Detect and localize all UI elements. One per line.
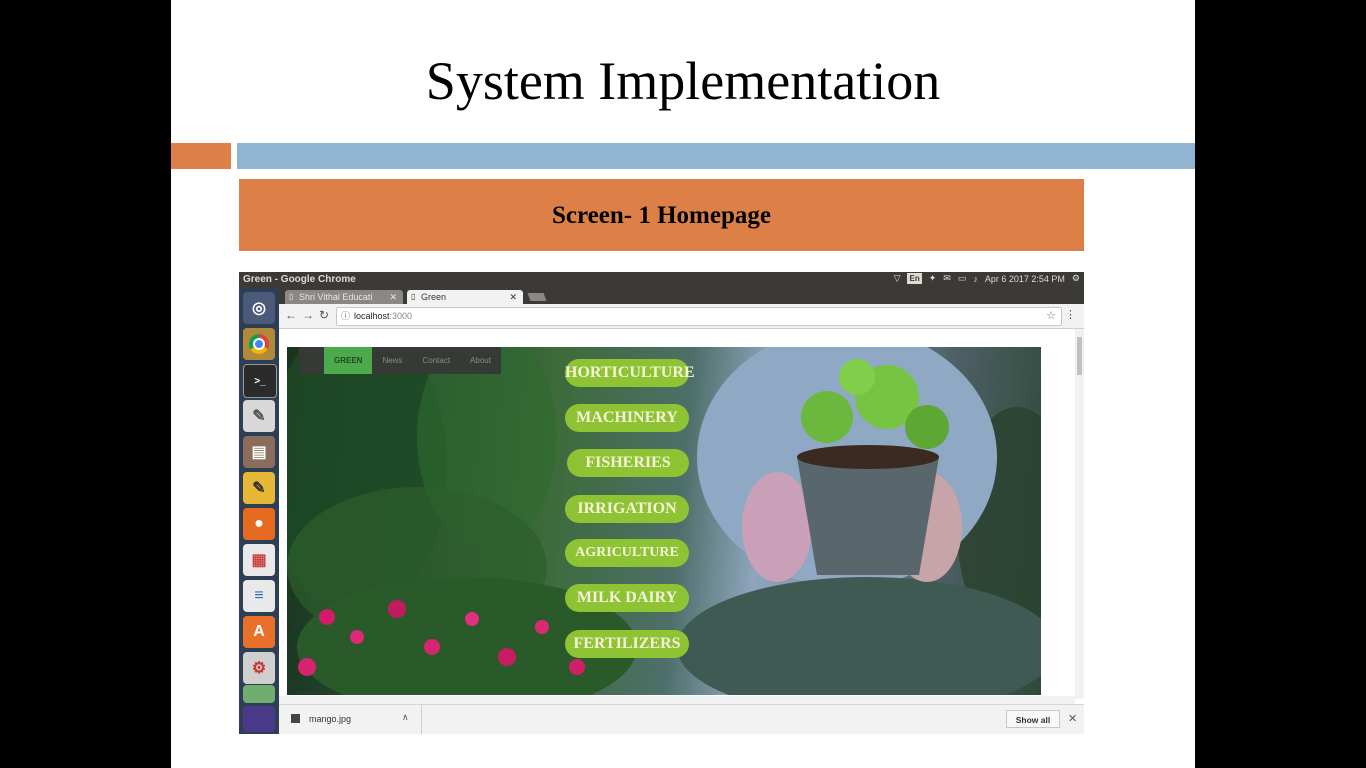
- launcher-sidebar: ◎ >_ ✎ ▤ ✎ ● ▦ ≡ A ⚙: [239, 288, 279, 734]
- back-icon[interactable]: ←: [285, 308, 297, 322]
- text-editor-icon[interactable]: ✎: [243, 400, 275, 432]
- horizontal-scrollbar[interactable]: [279, 696, 1075, 704]
- close-tab-icon[interactable]: ✕: [509, 290, 517, 304]
- download-item[interactable]: mango.jpg ∧: [279, 705, 422, 734]
- software-center-icon[interactable]: A: [243, 616, 275, 648]
- site-nav: GREEN News Contact About: [299, 347, 501, 374]
- hero-image: GREEN News Contact About HORTICULTURE MA…: [287, 347, 1041, 695]
- scrollbar-thumb[interactable]: [1077, 337, 1082, 375]
- category-irrigation[interactable]: IRRIGATION: [565, 495, 689, 523]
- disk-icon[interactable]: [243, 685, 275, 703]
- category-milk-dairy[interactable]: MILK DAIRY: [565, 584, 689, 612]
- accent-bar-blue: [237, 143, 1195, 169]
- keyboard-layout-indicator[interactable]: En: [907, 273, 922, 284]
- terminal-icon[interactable]: >_: [243, 364, 277, 398]
- chevron-up-icon[interactable]: ∧: [402, 712, 409, 723]
- info-icon[interactable]: ⓘ: [341, 308, 350, 325]
- nav-item-green[interactable]: GREEN: [324, 347, 373, 374]
- bluetooth-icon[interactable]: ✦: [929, 273, 937, 284]
- writer-icon[interactable]: ≡: [243, 580, 275, 612]
- url-host: localhost: [354, 311, 390, 321]
- page-icon: ▯: [411, 292, 416, 301]
- window-title: Green - Google Chrome: [243, 274, 356, 285]
- mail-icon[interactable]: ✉: [943, 273, 951, 284]
- clock[interactable]: Apr 6 2017 2:54 PM: [985, 274, 1065, 284]
- gear-icon[interactable]: ⚙: [1072, 273, 1080, 284]
- address-bar[interactable]: ⓘ localhost:3000 ☆: [336, 307, 1062, 326]
- tab-label: Shri Vithal Educati: [299, 292, 373, 302]
- notes-icon[interactable]: ✎: [243, 472, 275, 504]
- slide-title: System Implementation: [425, 51, 941, 111]
- browser-toolbar: ← → ↻ ⓘ localhost:3000 ☆ ⋮: [279, 304, 1084, 329]
- system-top-bar: Green - Google Chrome ▽ En ✦ ✉ ▭ ♪ Apr 6…: [239, 272, 1084, 288]
- image-file-icon: [291, 714, 300, 723]
- category-machinery[interactable]: MACHINERY: [565, 404, 689, 432]
- accent-bar-orange: [171, 143, 231, 169]
- tab-shri-vithal[interactable]: ▯ Shri Vithal Educati ✕: [285, 290, 403, 304]
- firefox-icon[interactable]: ●: [243, 508, 275, 540]
- battery-icon[interactable]: ▭: [958, 273, 967, 284]
- ubuntu-dash-icon[interactable]: ◎: [243, 292, 275, 324]
- address-url: localhost:3000: [354, 308, 412, 325]
- category-fisheries[interactable]: FISHERIES: [567, 449, 689, 477]
- tab-label: Green: [421, 292, 447, 302]
- system-tray: ▽ En ✦ ✉ ▭ ♪ Apr 6 2017 2:54 PM ⚙: [894, 273, 1080, 284]
- download-filename: mango.jpg: [309, 714, 352, 724]
- category-agriculture[interactable]: AGRICULTURE: [565, 539, 689, 567]
- settings-icon[interactable]: ⚙: [243, 652, 275, 684]
- clock-time: 2:54 PM: [1031, 273, 1065, 284]
- reload-icon[interactable]: ↻: [319, 308, 329, 322]
- volume-icon[interactable]: ♪: [973, 274, 978, 284]
- clock-date: Apr 6 2017: [984, 273, 1029, 284]
- file-manager-icon[interactable]: ▤: [243, 436, 275, 468]
- wifi-icon[interactable]: ▽: [894, 273, 901, 284]
- page-icon: ▯: [289, 292, 294, 301]
- bookmark-star-icon[interactable]: ☆: [1046, 308, 1056, 325]
- url-port: :3000: [389, 311, 413, 321]
- chrome-icon[interactable]: [243, 328, 275, 360]
- close-tab-icon[interactable]: ✕: [389, 290, 397, 304]
- show-all-button[interactable]: Show all: [1006, 710, 1060, 728]
- nav-item-news[interactable]: News: [372, 347, 412, 374]
- nav-item-about[interactable]: About: [460, 347, 501, 374]
- download-bar: mango.jpg ∧ Show all ✕: [279, 704, 1084, 734]
- workspace-switcher-icon[interactable]: [243, 706, 275, 732]
- tab-green[interactable]: ▯ Green ✕: [407, 290, 523, 304]
- vertical-scrollbar[interactable]: [1075, 329, 1084, 699]
- page-viewport: GREEN News Contact About HORTICULTURE MA…: [279, 329, 1084, 704]
- browser-screenshot: Green - Google Chrome ▽ En ✦ ✉ ▭ ♪ Apr 6…: [239, 272, 1084, 734]
- slide: System Implementation Screen- 1 Homepage…: [171, 0, 1195, 768]
- nav-item-contact[interactable]: Contact: [412, 347, 460, 374]
- tab-strip: ▯ Shri Vithal Educati ✕ ▯ Green ✕: [279, 288, 1084, 304]
- impress-icon[interactable]: ▦: [243, 544, 275, 576]
- category-horticulture[interactable]: HORTICULTURE: [565, 359, 695, 387]
- menu-icon[interactable]: ⋮: [1065, 308, 1076, 321]
- close-icon[interactable]: ✕: [1068, 712, 1077, 725]
- category-fertilizers[interactable]: FERTILIZERS: [565, 630, 689, 658]
- new-tab-button[interactable]: [527, 293, 547, 301]
- screen-banner: Screen- 1 Homepage: [239, 179, 1084, 251]
- forward-icon[interactable]: →: [302, 308, 314, 322]
